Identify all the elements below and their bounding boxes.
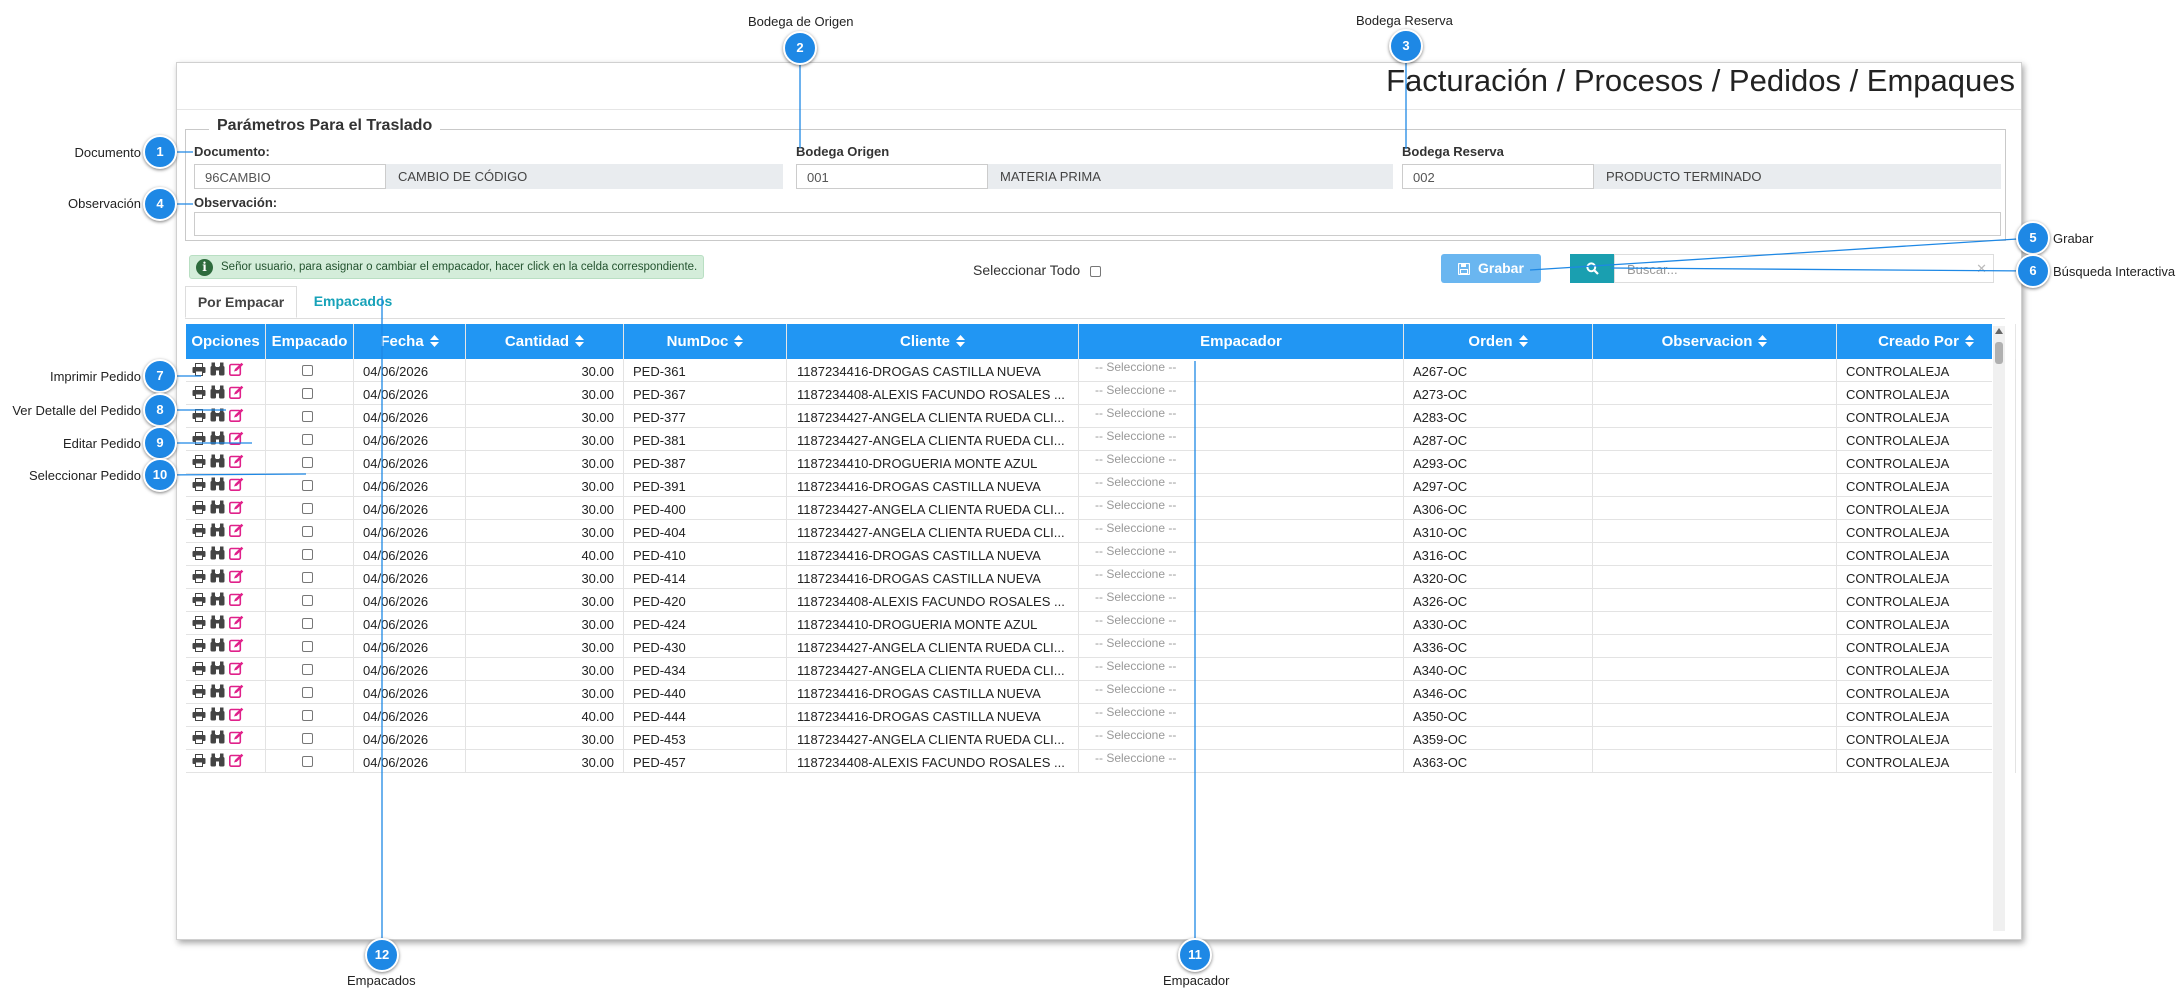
annotation-label-seleccionar: Seleccionar Pedido <box>28 468 141 483</box>
badge-6: 6 <box>2016 254 2050 288</box>
annotation-label-busqueda: Búsqueda Interactiva <box>2053 264 2176 279</box>
badge-5: 5 <box>2016 221 2050 255</box>
annotation-label-empacados: Empacados <box>347 973 416 988</box>
callout-line-6 <box>1610 267 2034 272</box>
badge-1: 1 <box>143 135 177 169</box>
annotation-label-grabar: Grabar <box>2053 231 2094 246</box>
badge-9: 9 <box>143 426 177 460</box>
annotation-label-ver-detalle: Ver Detalle del Pedido <box>12 403 141 418</box>
annotation-label-empacador: Empacador <box>1163 973 1230 988</box>
badge-11: 11 <box>1178 938 1212 972</box>
badge-3: 3 <box>1389 29 1423 63</box>
callout-line-5 <box>1529 237 2034 271</box>
annotation-label-bodega-reserva: Bodega Reserva <box>1356 13 1453 28</box>
annotation-label-editar: Editar Pedido <box>62 436 141 451</box>
badge-10: 10 <box>143 458 177 492</box>
annotation-label-bodega-origen: Bodega de Origen <box>748 14 854 29</box>
annotation-label-documento: Documento <box>74 145 141 160</box>
badge-8: 8 <box>143 393 177 427</box>
annotation-label-imprimir: Imprimir Pedido <box>49 369 141 384</box>
callout-line-10 <box>159 473 307 476</box>
badge-12: 12 <box>365 938 399 972</box>
badge-4: 4 <box>143 187 177 221</box>
callout-lines <box>159 46 2034 955</box>
badge-7: 7 <box>143 359 177 393</box>
annotation-label-observacion: Observación <box>68 196 141 211</box>
badge-2: 2 <box>783 31 817 65</box>
